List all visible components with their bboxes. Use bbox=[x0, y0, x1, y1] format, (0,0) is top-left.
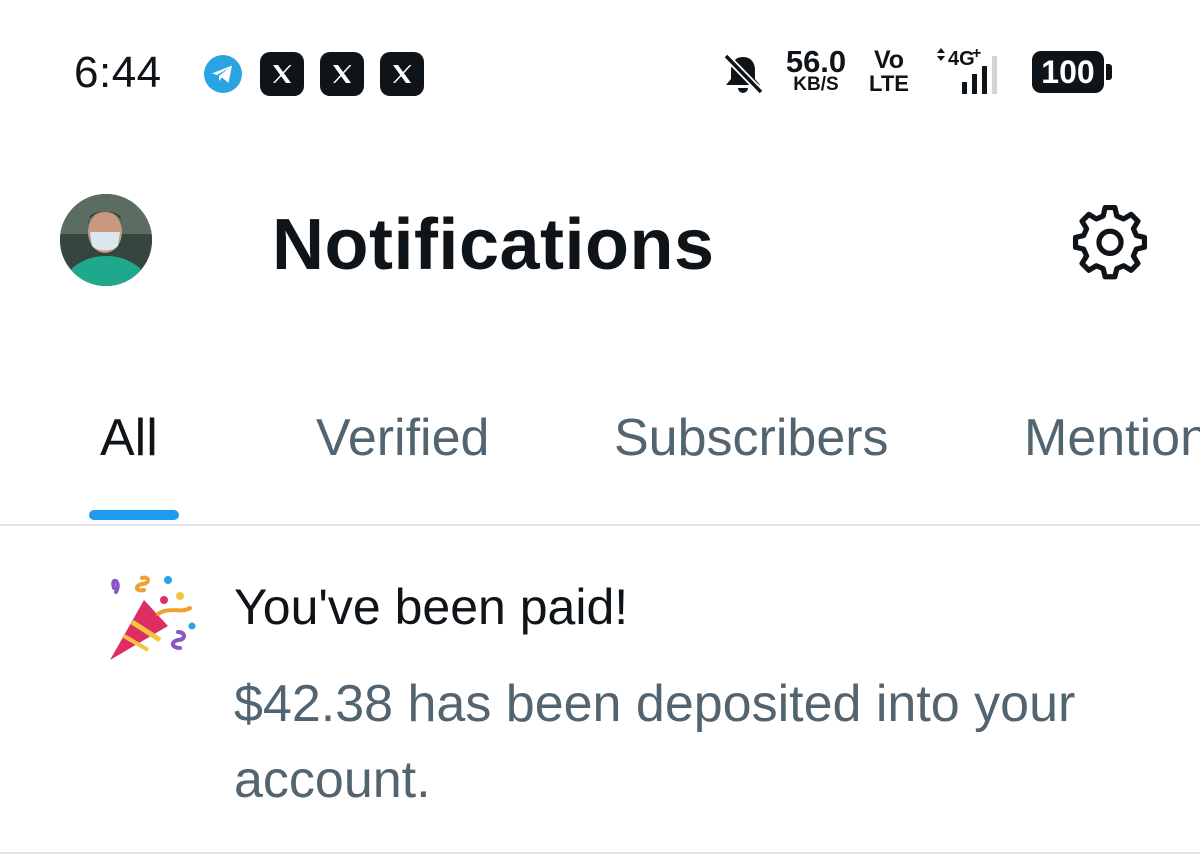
status-time: 6:44 bbox=[74, 48, 162, 97]
avatar[interactable] bbox=[60, 194, 152, 286]
tab-subscribers[interactable]: Subscribers bbox=[614, 408, 889, 468]
notification-title: You've been paid! bbox=[234, 579, 629, 635]
volte-bottom: LTE bbox=[869, 71, 909, 96]
volte-top: Vo bbox=[873, 46, 905, 74]
volte-indicator: Vo LTE bbox=[864, 48, 914, 95]
active-tab-indicator bbox=[89, 510, 179, 520]
tab-all[interactable]: All bbox=[100, 408, 158, 468]
x-app-icon bbox=[320, 52, 364, 96]
battery-indicator: 100 bbox=[1032, 51, 1112, 93]
x-app-icon bbox=[380, 52, 424, 96]
network-speed: 56.0 KB/S bbox=[778, 46, 854, 94]
x-app-icon bbox=[260, 52, 304, 96]
tab-bar: All Verified Subscribers Mentions bbox=[0, 380, 1200, 526]
status-bar: 6:44 56.0 KB/S Vo LTE 4G + 100 bbox=[0, 0, 1200, 140]
notification-item[interactable]: You've been paid! $42.38 has been deposi… bbox=[0, 526, 1200, 854]
tab-verified[interactable]: Verified bbox=[316, 408, 489, 468]
signal-icon: 4G + bbox=[937, 45, 997, 94]
svg-text:+: + bbox=[972, 45, 981, 62]
telegram-icon bbox=[204, 55, 242, 93]
notification-body: $42.38 has been deposited into your acco… bbox=[234, 675, 1076, 809]
network-type: 4G bbox=[948, 48, 975, 70]
network-speed-value: 56.0 bbox=[785, 44, 847, 79]
bell-off-icon bbox=[723, 53, 764, 95]
party-popper-icon bbox=[110, 575, 196, 660]
page-title: Notifications bbox=[272, 205, 715, 285]
gear-icon bbox=[1072, 204, 1148, 280]
avatar-image bbox=[60, 194, 152, 286]
settings-button[interactable] bbox=[1064, 200, 1156, 284]
tab-mentions[interactable]: Mentions bbox=[1024, 408, 1200, 468]
